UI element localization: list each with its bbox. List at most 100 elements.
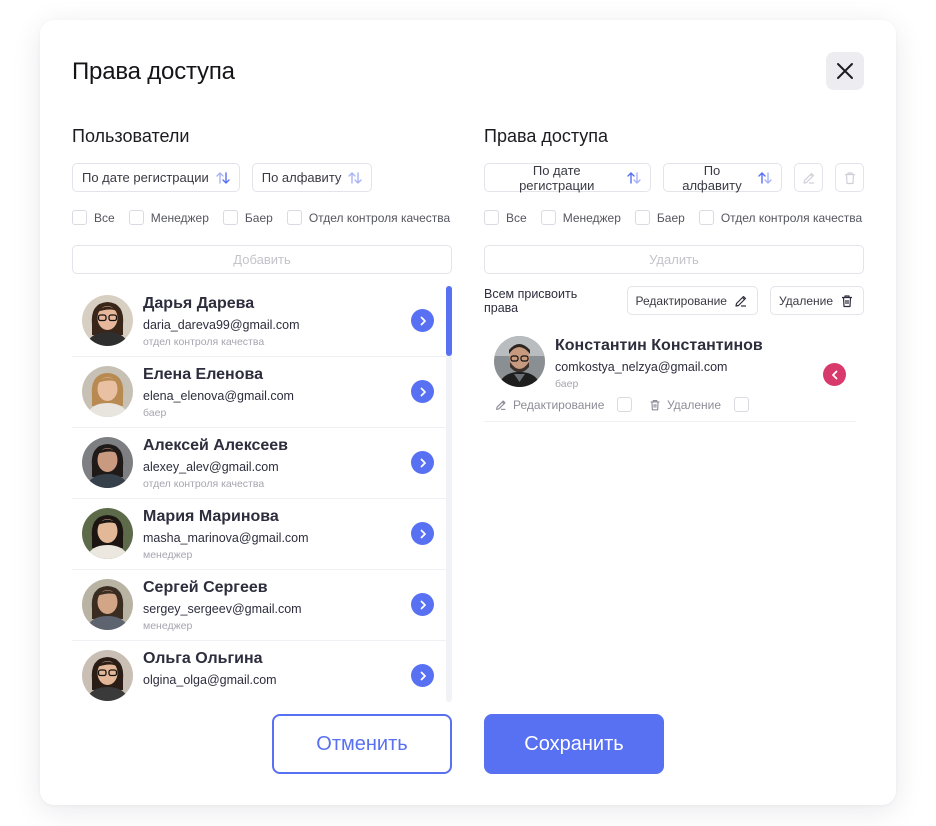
- add-user-arrow-button[interactable]: [411, 664, 434, 687]
- delete-permission-label: Удаление: [667, 397, 722, 412]
- filter-label: Баер: [244, 210, 273, 225]
- add-user-arrow-button[interactable]: [411, 593, 434, 616]
- user-email: sergey_sergeev@gmail.com: [143, 602, 302, 616]
- chevron-right-icon: [420, 529, 426, 538]
- assign-delete-button[interactable]: Удаление: [769, 286, 864, 315]
- filter-label: Отдел контроля качества: [720, 210, 863, 225]
- close-button[interactable]: [826, 52, 864, 90]
- checkbox[interactable]: [128, 210, 144, 225]
- list-item[interactable]: Ольга Ольгина olgina_olga@gmail.com: [72, 641, 452, 702]
- list-item[interactable]: Елена Еленова elena_elenova@gmail.com ба…: [72, 357, 452, 428]
- user-role: баер: [143, 407, 167, 419]
- filter-label: Все: [94, 210, 115, 225]
- scrollbar[interactable]: [446, 286, 452, 702]
- user-name: Ольга Ольгина: [143, 650, 263, 667]
- checkbox[interactable]: [698, 210, 714, 225]
- checkbox[interactable]: [72, 210, 87, 225]
- save-button[interactable]: Сохранить: [484, 714, 664, 774]
- user-role: отдел контроля качества: [143, 478, 265, 490]
- close-icon: [837, 63, 853, 79]
- scrollbar-thumb[interactable]: [446, 286, 452, 356]
- user-name: Дарья Дарева: [143, 295, 255, 312]
- checkbox[interactable]: [484, 210, 499, 225]
- chevron-right-icon: [420, 671, 426, 680]
- sort-by-alpha-button[interactable]: По алфавиту: [662, 162, 783, 193]
- assign-edit-button[interactable]: Редактирование: [626, 286, 758, 315]
- checkbox[interactable]: [634, 210, 650, 225]
- filter-quality[interactable]: Отдел контроля качества: [698, 210, 863, 225]
- user-email: olgina_olga@gmail.com: [143, 673, 277, 687]
- cancel-button[interactable]: Отменить: [272, 714, 452, 774]
- sort-by-alpha-label: По алфавиту: [682, 162, 742, 193]
- add-user-arrow-button[interactable]: [411, 380, 434, 403]
- avatar: [82, 508, 133, 559]
- sort-by-alpha-label: По алфавиту: [261, 170, 342, 185]
- checkbox[interactable]: [222, 210, 238, 225]
- avatar: [494, 336, 545, 387]
- delete-permission-checkbox[interactable]: [734, 397, 750, 412]
- list-item[interactable]: Мария Маринова masha_marinova@gmail.com …: [72, 499, 452, 570]
- sort-arrows-icon: [626, 170, 642, 186]
- trash-icon: [844, 171, 855, 184]
- add-user-arrow-button[interactable]: [411, 309, 434, 332]
- filter-label: Баер: [656, 210, 685, 225]
- edit-selected-button[interactable]: [794, 163, 824, 192]
- trash-icon: [650, 399, 660, 410]
- users-panel: Пользователи По дате регистрации По алфа…: [72, 126, 452, 702]
- delete-button[interactable]: Удалить: [484, 245, 864, 274]
- filter-all[interactable]: Все: [72, 210, 115, 225]
- list-item[interactable]: Сергей Сергеев sergey_sergeev@gmail.com …: [72, 570, 452, 641]
- users-list[interactable]: Дарья Дарева daria_dareva99@gmail.com от…: [72, 286, 452, 702]
- filter-all[interactable]: Все: [484, 210, 527, 225]
- modal-title: Права доступа: [72, 58, 235, 85]
- filter-manager[interactable]: Менеджер: [128, 210, 209, 225]
- avatar: [82, 650, 133, 701]
- chevron-left-icon: [831, 370, 837, 379]
- chevron-right-icon: [420, 600, 426, 609]
- list-item[interactable]: Дарья Дарева daria_dareva99@gmail.com от…: [72, 286, 452, 357]
- chevron-right-icon: [420, 458, 426, 467]
- add-user-arrow-button[interactable]: [411, 522, 434, 545]
- filter-buyer[interactable]: Баер: [634, 210, 685, 225]
- user-role: баер: [555, 378, 579, 390]
- user-email: elena_elenova@gmail.com: [143, 389, 294, 403]
- user-name: Елена Еленова: [143, 366, 264, 383]
- assign-all-row: Всем присвоить права Редактирование Удал…: [484, 286, 864, 315]
- sort-by-alpha-button[interactable]: По алфавиту: [251, 163, 373, 192]
- granted-user-row: Константин Константинов comkostya_nelzya…: [484, 326, 856, 422]
- sort-arrows-icon: [215, 170, 231, 186]
- filter-manager[interactable]: Менеджер: [540, 210, 621, 225]
- avatar: [82, 579, 133, 630]
- sort-arrows-icon: [347, 170, 363, 186]
- user-role: отдел контроля качества: [143, 336, 265, 348]
- add-button[interactable]: Добавить: [72, 245, 452, 274]
- sort-by-date-button[interactable]: По дате регистрации: [72, 163, 240, 192]
- access-filter-row: Все Менеджер Баер Отдел контроля качеств…: [484, 210, 862, 225]
- user-role: менеджер: [143, 620, 193, 632]
- assign-edit-label: Редактирование: [635, 293, 727, 308]
- list-item[interactable]: Алексей Алексеев alexey_alev@gmail.com о…: [72, 428, 452, 499]
- checkbox[interactable]: [286, 210, 302, 225]
- access-rights-modal: Права доступа Пользователи По дате регис…: [40, 20, 896, 805]
- add-user-arrow-button[interactable]: [411, 451, 434, 474]
- filter-buyer[interactable]: Баер: [222, 210, 273, 225]
- trash-icon: [842, 294, 852, 307]
- filter-quality[interactable]: Отдел контроля качества: [286, 210, 450, 225]
- pencil-icon: [803, 172, 814, 184]
- access-panel: Права доступа По дате регистрации По алф…: [484, 126, 864, 422]
- user-email: alexey_alev@gmail.com: [143, 460, 279, 474]
- sort-by-date-button[interactable]: По дате регистрации: [484, 162, 651, 193]
- sort-by-date-label: По дате регистрации: [82, 170, 209, 185]
- edit-permission-label: Редактирование: [513, 397, 605, 412]
- user-name: Мария Маринова: [143, 508, 279, 525]
- checkbox[interactable]: [540, 210, 556, 225]
- edit-permission-checkbox[interactable]: [617, 397, 633, 412]
- users-filter-row: Все Менеджер Баер Отдел контроля качеств…: [72, 210, 450, 225]
- avatar: [82, 437, 133, 488]
- remove-user-button[interactable]: [823, 363, 846, 386]
- sort-by-date-label: По дате регистрации: [519, 162, 595, 193]
- user-email: masha_marinova@gmail.com: [143, 531, 309, 545]
- user-email: comkostya_nelzya@gmail.com: [555, 360, 728, 374]
- delete-selected-button[interactable]: [835, 163, 864, 192]
- pencil-icon: [496, 399, 506, 410]
